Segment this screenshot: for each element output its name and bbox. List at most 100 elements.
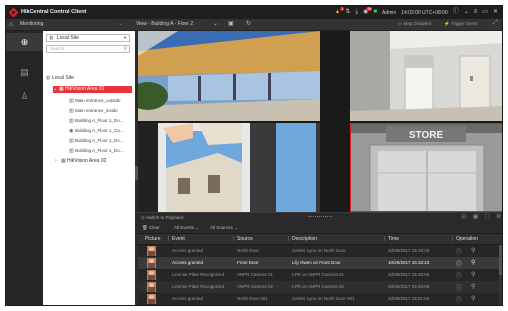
user-name[interactable]: Admin <box>382 10 396 16</box>
source-cell: North Door 001 <box>237 296 268 301</box>
search-icon[interactable]: ⚲ <box>471 283 475 290</box>
table-row[interactable]: Access granted North Door Center Lynn on… <box>138 245 502 257</box>
notification-badge: 99 <box>366 7 373 11</box>
col-operation[interactable]: Operation <box>452 236 478 242</box>
download-icon[interactable]: ⤓ <box>355 8 358 17</box>
nav-person-icon[interactable]: ♙ <box>6 87 43 105</box>
event-thumbnail[interactable] <box>147 246 156 256</box>
grid-icon[interactable]: ▦ <box>473 214 478 221</box>
tree-area-02[interactable]: › ▦HikVision Area 02 <box>55 158 106 165</box>
col-description[interactable]: Description <box>288 236 317 242</box>
table-row[interactable]: Access granted Front Door Lily Owen on F… <box>138 257 502 269</box>
info-icon[interactable]: ⓘ <box>456 271 462 280</box>
alarm-icon[interactable]: ▲ 1 <box>334 7 345 17</box>
search-icon[interactable]: ⚲ <box>123 46 127 52</box>
view-title[interactable]: View - Building A - Floor 2 <box>136 21 193 27</box>
map-disabled-toggle[interactable]: ▭ Map Disabled <box>398 21 431 27</box>
left-nav: ⊕ ▤ ♙ <box>6 31 44 305</box>
tab-monitoring[interactable]: Monitoring <box>20 21 43 27</box>
source-cell: ANPR Camera 01 <box>237 272 274 277</box>
search-icon[interactable]: ⚲ <box>471 295 475 302</box>
event-thumbnail[interactable] <box>147 294 156 304</box>
video-cell-window[interactable] <box>138 123 320 212</box>
video-cell-interior[interactable] <box>350 31 502 121</box>
menu-icon[interactable]: ≡ <box>474 8 478 17</box>
transfer-icon[interactable]: ⇅ <box>345 8 350 17</box>
description-cell: Lily Owen on Front Door <box>292 260 341 265</box>
all-sources-filter[interactable]: All Sources ⌄ <box>210 225 238 231</box>
col-time[interactable]: Time <box>384 236 399 242</box>
source-cell: North Door <box>237 248 260 253</box>
refresh-icon[interactable]: ↻ <box>246 20 251 29</box>
tree-camera-item[interactable]: ▥Building A_Floor 1_Do... <box>69 117 124 125</box>
event-thumbnail[interactable] <box>147 282 156 292</box>
event-thumbnail[interactable] <box>147 258 156 268</box>
tree-camera-label: Building A_Floor 1_Do... <box>75 138 124 143</box>
event-toolbar-icons: ⊡ ▦ ⛶ ⚙ <box>461 214 501 221</box>
tree-root-local-site[interactable]: ◍ Local Site <box>46 75 74 82</box>
tree-camera-item[interactable]: ◉ Building A_Floor 1_Ca... <box>69 127 124 135</box>
view-dropdown-icon[interactable]: ⌄ <box>213 20 218 29</box>
nav-live-view-icon[interactable]: ⊕ <box>6 33 43 51</box>
tree-camera-item[interactable]: ▥Building A_Floor 1_Do... <box>69 147 124 155</box>
search-icon[interactable]: ⚲ <box>471 247 475 254</box>
clear-button[interactable]: 🗑 Clear <box>142 225 160 231</box>
table-row[interactable]: License Plate Recognized ANPR Camera 01 … <box>138 269 502 281</box>
view-toolbar: ⌂ Monitoring ⌄ View - Building A - Floor… <box>6 19 502 31</box>
tree-camera-item[interactable]: ▥Main entrance_inside <box>69 107 118 115</box>
title-bar: HikCentral Control Client ▲ 1 ⇅ ⤓ ◉ 99 ■ A… <box>6 6 502 19</box>
col-source[interactable]: Source <box>233 236 253 242</box>
info-icon[interactable]: ⓘ <box>456 295 462 304</box>
layout-icon[interactable]: ⊡ <box>461 214 466 221</box>
switch-playback-label: Switch to Playback <box>146 215 184 220</box>
panel-resize-handle[interactable] <box>308 216 332 219</box>
fullscreen-icon[interactable]: ⤢ <box>493 20 498 27</box>
chevron-down-icon[interactable]: ⌄ <box>118 20 123 27</box>
video-cell-building[interactable] <box>138 31 320 121</box>
info-icon[interactable]: ⓘ <box>456 247 462 256</box>
tree-camera-label: Building A_Floor 1_Do... <box>75 118 124 123</box>
tree-root-label: Local Site <box>52 75 74 81</box>
site-select[interactable]: ◍ Local Site ▼ <box>46 34 130 42</box>
description-cell: Center Lynn on North Door 001 <box>292 296 355 301</box>
info-icon[interactable]: ⓘ <box>456 283 462 292</box>
event-panel: ⊙ Switch to Playback ⊡ ▦ ⛶ ⚙ 🗑 Clear All… <box>138 212 502 305</box>
col-event[interactable]: Event <box>168 236 185 242</box>
settings-icon[interactable]: ⚙ <box>496 214 501 221</box>
table-row[interactable]: License Plate Recognized ANPR Camera 02 … <box>138 281 502 293</box>
video-cell-store[interactable]: STORE <box>350 123 502 212</box>
title-bar-controls: ▲ 1 ⇅ ⤓ ◉ 99 ■ Admin 14:03:00 UTC+08:00 ⓘ … <box>334 7 498 17</box>
save-icon[interactable]: ▣ <box>228 20 234 29</box>
nav-playback-icon[interactable]: ▤ <box>6 63 43 81</box>
notification-icon[interactable]: ◉ 99 <box>363 7 373 17</box>
window-video-frame <box>138 123 320 212</box>
trigger-event-label: Trigger Event <box>450 21 478 26</box>
fullscreen-icon[interactable]: ⛶ <box>485 214 489 221</box>
close-icon[interactable]: ✕ <box>493 8 498 17</box>
search-input[interactable]: Search ⚲ <box>46 45 130 53</box>
search-icon[interactable]: ⚲ <box>471 271 475 278</box>
event-thumbnail[interactable] <box>147 270 156 280</box>
tree-area-01[interactable]: ⌄ ▦HikVision Area 01 <box>53 86 132 93</box>
all-events-filter[interactable]: All Events ⌄ <box>174 225 199 231</box>
trigger-event-button[interactable]: ⚡ Trigger Event <box>444 21 478 27</box>
switch-playback-button[interactable]: ⊙ Switch to Playback <box>141 215 184 221</box>
client-window: HikCentral Control Client ▲ 1 ⇅ ⤓ ◉ 99 ■ A… <box>5 5 503 306</box>
status-icon[interactable]: ■ <box>373 8 377 17</box>
col-picture[interactable]: Picture <box>145 236 161 242</box>
home-icon[interactable]: ⌂ <box>9 20 13 29</box>
tree-camera-item[interactable]: ▥Main entrance_outside <box>69 97 121 105</box>
info-icon[interactable]: ⓘ <box>456 259 462 268</box>
event-table-scrollbar[interactable] <box>499 245 502 305</box>
event-cell: License Plate Recognized <box>172 284 225 289</box>
minimize-icon[interactable]: ⌄ <box>464 8 469 17</box>
table-row[interactable]: Access granted North Door 001 Center Lyn… <box>138 293 502 305</box>
restore-icon[interactable]: ▭ <box>482 8 488 17</box>
description-cell: LPR on ANPR Camera 01 <box>292 272 345 277</box>
help-icon[interactable]: ⓘ <box>453 8 459 17</box>
tree-camera-item[interactable]: ▥Building A_Floor 1_Do... <box>69 137 124 145</box>
search-placeholder: Search <box>50 46 65 51</box>
event-cell: Access granted <box>172 296 204 301</box>
clock-text: 14:03:00 UTC+08:00 <box>401 9 448 16</box>
search-icon[interactable]: ⚲ <box>471 259 475 266</box>
